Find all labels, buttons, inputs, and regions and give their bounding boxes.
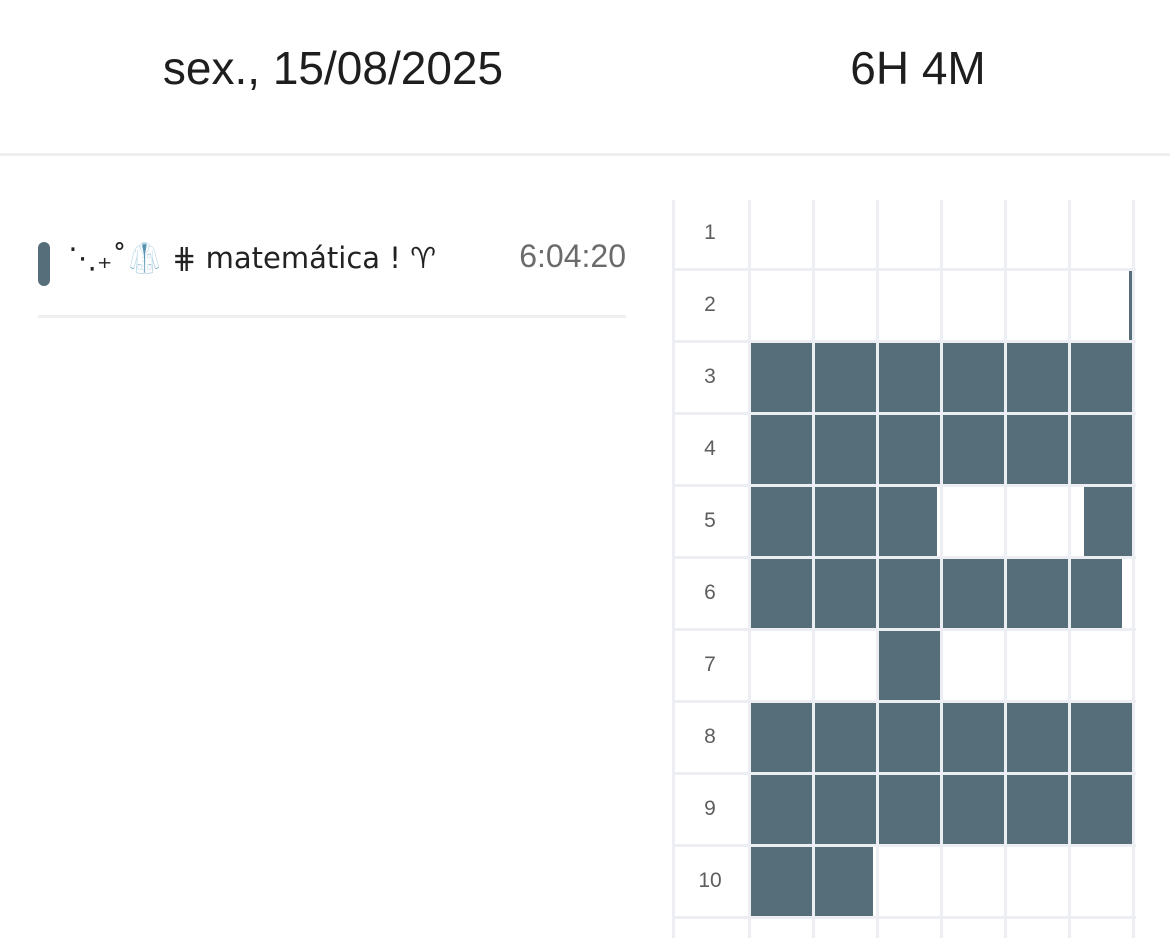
hour-label: 9 xyxy=(704,797,716,820)
hour-label: 7 xyxy=(704,653,716,676)
hour-label: 4 xyxy=(704,437,716,460)
hour-timeline-grid[interactable]: 1 2 3 4 5 6 7 8 9 10 xyxy=(672,200,1136,938)
time-block[interactable] xyxy=(1007,775,1068,844)
time-block[interactable] xyxy=(751,559,812,628)
time-block[interactable] xyxy=(879,775,940,844)
time-block[interactable] xyxy=(879,703,940,772)
time-block[interactable] xyxy=(943,415,1004,484)
time-block[interactable] xyxy=(1129,271,1132,340)
time-block[interactable] xyxy=(879,343,940,412)
time-block[interactable] xyxy=(879,415,940,484)
time-block[interactable] xyxy=(815,703,876,772)
time-block[interactable] xyxy=(751,775,812,844)
time-block[interactable] xyxy=(943,343,1004,412)
time-block[interactable] xyxy=(751,847,812,916)
hour-label: 3 xyxy=(704,365,716,388)
activity-color-tag xyxy=(38,242,50,286)
hour-label: 2 xyxy=(704,293,716,316)
time-block[interactable] xyxy=(1071,775,1132,844)
grid-row-line xyxy=(672,268,1136,271)
time-block[interactable] xyxy=(1071,703,1132,772)
activity-title: ⋱₊˚🥼 ⋕ 𝗆𝖺𝗍𝖾𝗆á𝗍𝗂𝖼𝖺 ! ♈︎ xyxy=(68,241,437,275)
time-block[interactable] xyxy=(751,415,812,484)
time-block[interactable] xyxy=(1083,487,1132,556)
time-block[interactable] xyxy=(815,487,876,556)
time-block[interactable] xyxy=(879,559,940,628)
time-block[interactable] xyxy=(815,559,876,628)
time-block[interactable] xyxy=(879,487,937,556)
activity-duration: 6:04:20 xyxy=(519,238,626,274)
time-block[interactable] xyxy=(1007,343,1068,412)
grid-row-line xyxy=(672,916,1136,919)
hour-label: 5 xyxy=(704,509,716,532)
time-block[interactable] xyxy=(1071,415,1132,484)
hour-label: 10 xyxy=(698,869,722,892)
time-block[interactable] xyxy=(1007,559,1068,628)
time-block[interactable] xyxy=(1071,559,1123,628)
time-block[interactable] xyxy=(943,703,1004,772)
time-block[interactable] xyxy=(943,559,1004,628)
activity-list: ⋱₊˚🥼 ⋕ 𝗆𝖺𝗍𝖾𝗆á𝗍𝗂𝖼𝖺 ! ♈︎ 6:04:20 xyxy=(38,200,626,318)
time-block[interactable] xyxy=(815,415,876,484)
grid-row-line xyxy=(672,844,1136,847)
time-block[interactable] xyxy=(751,703,812,772)
hour-label: 8 xyxy=(704,725,716,748)
hour-label: 6 xyxy=(704,581,716,604)
time-block[interactable] xyxy=(751,343,812,412)
day-total-time: 6H 4M xyxy=(850,42,986,94)
day-header: sex., 15/08/2025 6H 4M xyxy=(0,0,1170,156)
activity-list-item[interactable]: ⋱₊˚🥼 ⋕ 𝗆𝖺𝗍𝖾𝗆á𝗍𝗂𝖼𝖺 ! ♈︎ 6:04:20 xyxy=(38,200,626,318)
time-block[interactable] xyxy=(815,343,876,412)
time-block[interactable] xyxy=(815,775,876,844)
grid-column-line xyxy=(1132,200,1135,938)
hour-label: 1 xyxy=(704,221,716,244)
time-block[interactable] xyxy=(815,847,873,916)
day-date[interactable]: sex., 15/08/2025 xyxy=(0,38,666,98)
time-block[interactable] xyxy=(751,487,812,556)
time-block[interactable] xyxy=(1007,415,1068,484)
time-block[interactable] xyxy=(1007,703,1068,772)
time-block[interactable] xyxy=(879,631,940,700)
time-block[interactable] xyxy=(1071,343,1132,412)
time-block[interactable] xyxy=(943,775,1004,844)
